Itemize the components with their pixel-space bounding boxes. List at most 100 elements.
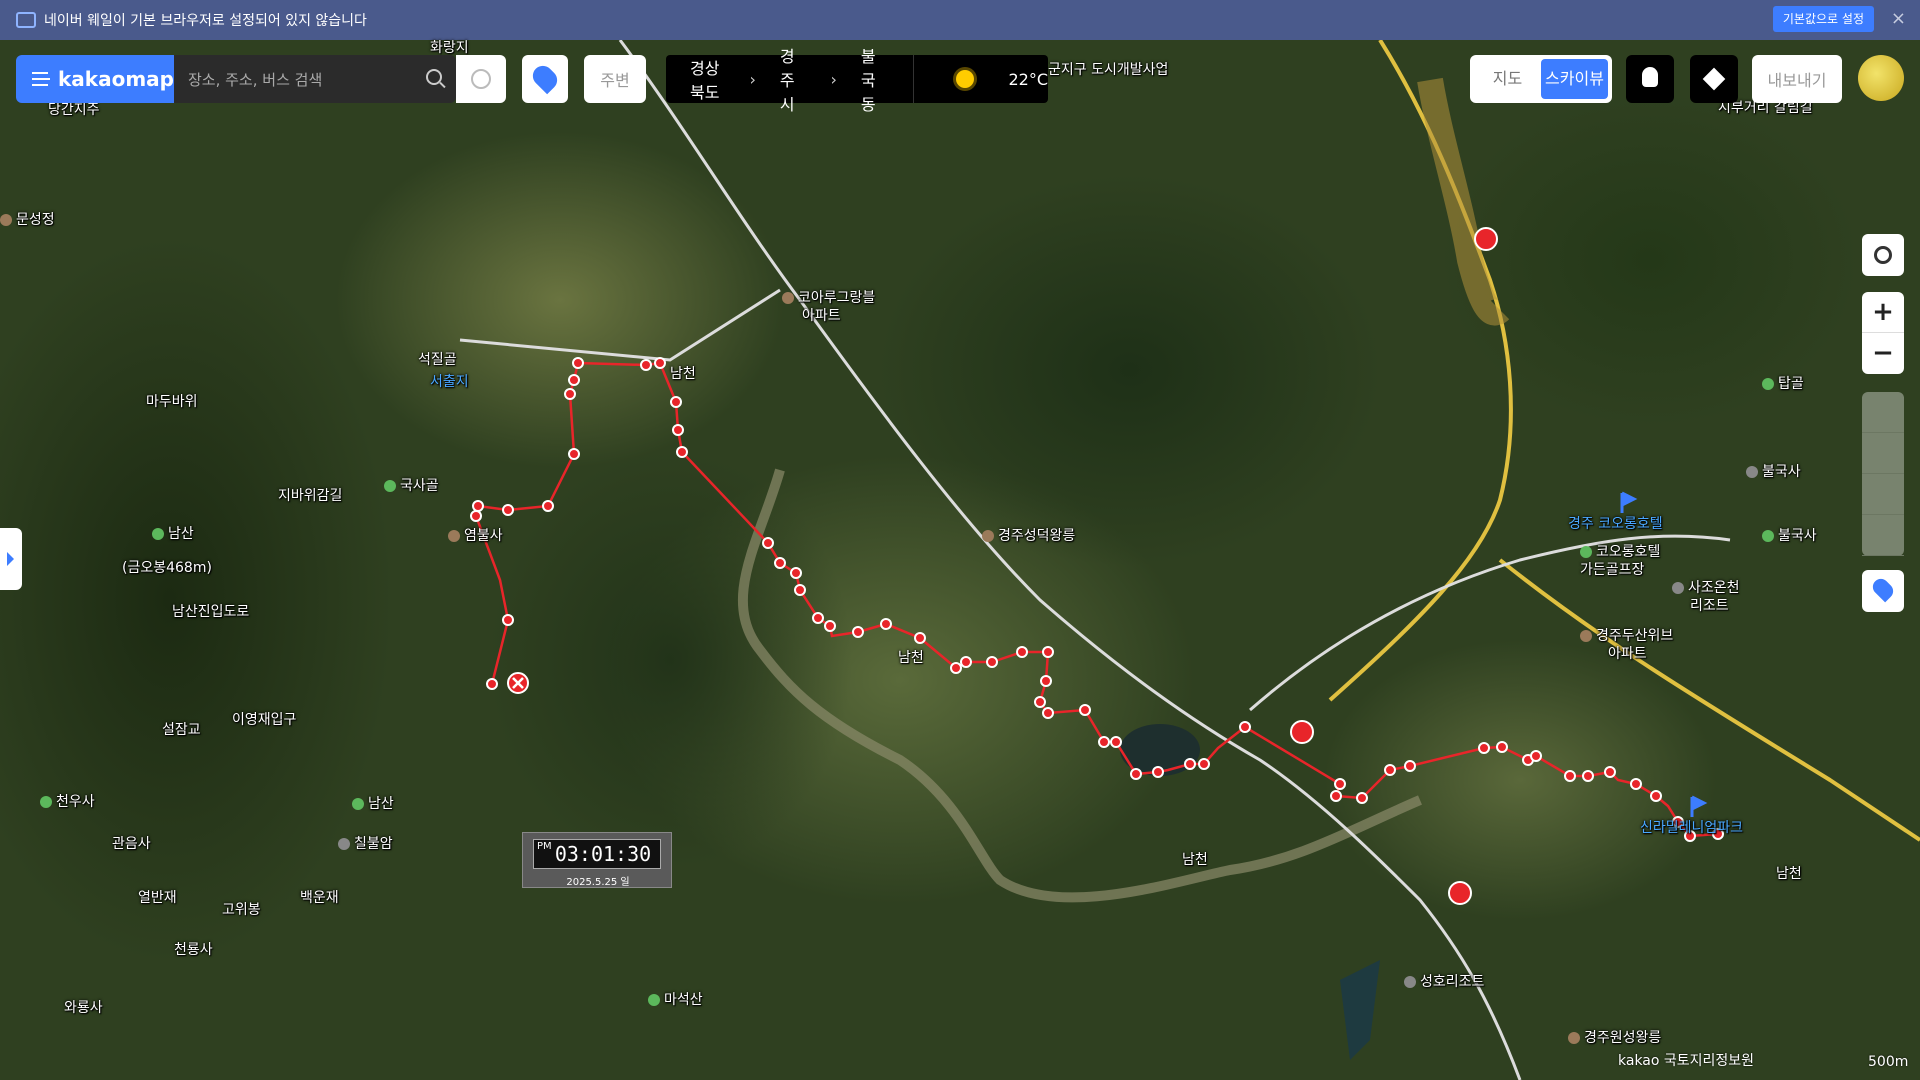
map-type-skyview-button[interactable]: 스카이뷰 <box>1541 59 1608 99</box>
weather-widget[interactable]: 22°C <box>913 55 1048 103</box>
place-label[interactable]: 탑골 <box>1762 376 1804 392</box>
breadcrumb-district[interactable]: 불국동 <box>861 43 888 115</box>
railway-road <box>618 40 1522 1080</box>
close-icon[interactable]: × <box>1891 8 1906 29</box>
place-label[interactable]: 성호리조트 <box>1404 974 1484 990</box>
place-label[interactable]: 불국사 <box>1746 464 1801 480</box>
place-label[interactable]: 신라밀레니엄파크 <box>1640 820 1743 836</box>
star-markers[interactable] <box>1290 227 1498 905</box>
place-label[interactable]: 남천 <box>670 366 696 382</box>
place-label[interactable]: 경주성덕왕릉 <box>982 528 1075 544</box>
copyright: kakao 국토지리정보원 <box>1618 1053 1755 1069</box>
breadcrumb: 경상북도 › 경주시 › 불국동 22°C <box>666 47 1048 114</box>
place-label[interactable]: 남천 <box>1182 852 1208 868</box>
temple-icon <box>338 838 350 850</box>
route-check-button[interactable] <box>456 55 506 103</box>
place-label[interactable]: 천우사 <box>40 794 95 810</box>
radius-tool-icon[interactable] <box>1862 474 1904 515</box>
place-label[interactable]: 이영재입구 <box>232 712 296 728</box>
gps-icon <box>1874 246 1892 264</box>
place-label[interactable]: 서출지 <box>430 374 469 390</box>
sidebar-expand-button[interactable] <box>0 528 22 590</box>
kakaomap-logo: kakaomap <box>58 67 174 91</box>
place-label[interactable]: 고위봉 <box>222 902 261 918</box>
scale-bar: 500m <box>1868 1054 1909 1070</box>
clock-date: 2025.5.25 일 <box>566 877 630 888</box>
place-label[interactable]: 경주원성왕릉 <box>1568 1030 1661 1046</box>
place-label[interactable]: 사조온천 <box>1672 580 1740 596</box>
menu-button[interactable]: kakaomap <box>16 55 174 103</box>
place-label[interactable]: 경주 코오롱호텔 <box>1568 516 1663 532</box>
place-label[interactable]: 경주두산위브 <box>1580 628 1673 644</box>
temple-icon <box>448 530 460 542</box>
place-label[interactable]: 가든골프장 <box>1580 562 1644 578</box>
place-label[interactable]: 남산진입도로 <box>172 604 249 620</box>
place-label[interactable]: 남산 <box>152 526 194 542</box>
satellite-map[interactable]: 당간지주 문성정 서출지 화랑지 석질골 마두바위 국사골 지바위감길 남산 (… <box>0 40 1920 1080</box>
zoom-in-button[interactable]: + <box>1862 292 1904 333</box>
place-label[interactable]: 문성정 <box>0 212 55 228</box>
search-input[interactable]: 장소, 주소, 버스 검색 <box>174 55 456 103</box>
place-label[interactable]: 군지구 도시개발사업 <box>1048 62 1168 78</box>
place-label[interactable]: 코오롱호텔 <box>1580 544 1660 560</box>
location-button[interactable] <box>522 55 568 103</box>
zoom-out-button[interactable]: − <box>1862 333 1904 374</box>
place-label[interactable]: 염불사 <box>448 528 503 544</box>
area-tool-icon[interactable] <box>1862 433 1904 474</box>
place-label[interactable]: 남천 <box>1776 866 1802 882</box>
place-label[interactable]: 열반재 <box>138 890 177 906</box>
check-icon <box>471 69 491 89</box>
place-label[interactable]: 백운재 <box>300 890 339 906</box>
place-label[interactable]: (금오봉468m) <box>122 560 212 576</box>
breadcrumb-province[interactable]: 경상북도 <box>690 55 725 103</box>
notice-text: 네이버 웨일이 기본 브라우저로 설정되어 있지 않습니다 <box>44 13 367 29</box>
map-type-toggle: 지도 스카이뷰 <box>1470 55 1612 103</box>
place-label[interactable]: 지바위감길 <box>278 488 342 504</box>
map-type-map-button[interactable]: 지도 <box>1474 59 1541 99</box>
export-button[interactable]: 내보내기 <box>1752 55 1842 103</box>
breadcrumb-city[interactable]: 경주시 <box>780 43 807 115</box>
place-label[interactable]: 아파트 <box>1608 646 1647 662</box>
place-label[interactable]: 마두바위 <box>146 394 198 410</box>
place-label[interactable]: 화랑지 <box>430 40 469 56</box>
route-points <box>470 357 1724 842</box>
place-label[interactable]: 설잠교 <box>162 722 201 738</box>
avatar[interactable] <box>1858 55 1904 101</box>
place-label[interactable]: 칠불암 <box>338 836 393 852</box>
my-place-button[interactable] <box>1862 570 1904 612</box>
place-label[interactable]: 석질골 <box>418 352 457 368</box>
place-label[interactable]: 마석산 <box>648 992 703 1008</box>
place-label[interactable]: 당간지주 <box>48 102 100 118</box>
mountain-icon <box>1762 378 1774 390</box>
chevron-right-icon <box>7 552 14 566</box>
set-default-button[interactable]: 기본값으로 설정 <box>1772 6 1874 32</box>
mountain-icon <box>384 480 396 492</box>
mountain-icon <box>352 798 364 810</box>
lake <box>1340 960 1380 1060</box>
place-label[interactable]: 와룡사 <box>64 1000 103 1016</box>
local-road <box>459 288 781 362</box>
place-label[interactable]: 국사골 <box>384 478 439 494</box>
current-location-button[interactable] <box>1862 234 1904 276</box>
place-label[interactable]: 불국사 <box>1762 528 1817 544</box>
place-label[interactable]: 관음사 <box>112 836 151 852</box>
place-label[interactable]: 아파트 <box>802 308 841 324</box>
place-label[interactable]: 코아루그랑블 <box>782 290 875 306</box>
clock-overlay: 03:01:30 PM 2025.5.25 일 <box>522 832 672 888</box>
eraser-tool-icon[interactable] <box>1862 515 1904 556</box>
layers-button[interactable] <box>1690 55 1738 103</box>
map-overlay <box>459 40 1920 1080</box>
distance-tool-icon[interactable] <box>1862 392 1904 433</box>
place-label[interactable]: 천룡사 <box>174 942 213 958</box>
mountain-icon <box>1762 530 1774 542</box>
sun-icon <box>956 70 975 88</box>
place-label[interactable]: 남산 <box>352 796 394 812</box>
nearby-button[interactable]: 주변 <box>584 55 646 103</box>
poi-icon <box>0 214 12 226</box>
end-marker-icon[interactable] <box>507 672 529 694</box>
chevron-right-icon: › <box>830 69 837 89</box>
search-icon[interactable] <box>426 69 442 85</box>
place-label[interactable]: 리조트 <box>1690 598 1729 614</box>
roadview-button[interactable] <box>1626 55 1674 103</box>
place-label[interactable]: 남천 <box>898 650 924 666</box>
